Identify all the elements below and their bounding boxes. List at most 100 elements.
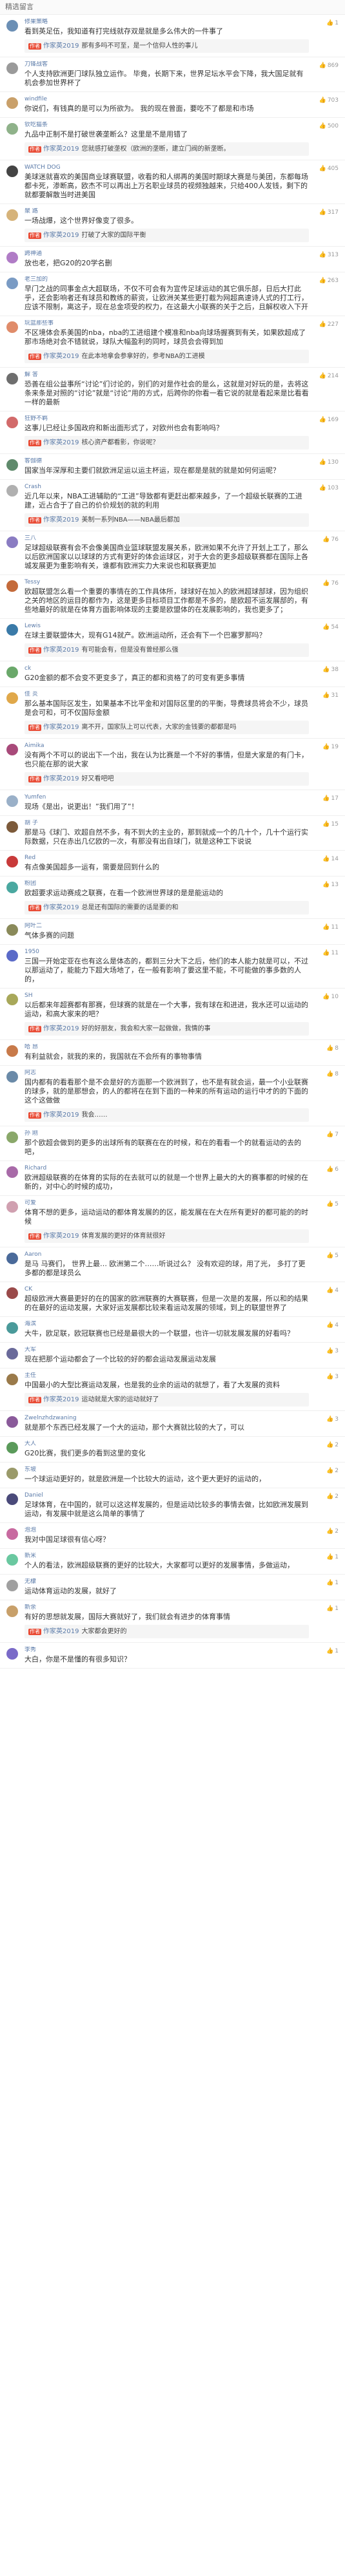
like-button[interactable]: 👍 1 [326, 1580, 339, 1586]
comment-username[interactable]: 李秀 [25, 1647, 309, 1654]
like-button[interactable]: 👍 500 [319, 123, 339, 129]
like-button[interactable]: 👍 1 [326, 20, 339, 26]
comment-username[interactable]: ck [25, 665, 309, 672]
avatar[interactable] [6, 795, 18, 807]
like-button[interactable]: 👍 7 [326, 1132, 339, 1138]
reply-author-name[interactable]: 作家英2019 [43, 1112, 79, 1119]
comment-username[interactable]: 客伽德 [25, 458, 309, 465]
like-button[interactable]: 👍 38 [322, 667, 339, 673]
avatar[interactable] [6, 209, 18, 221]
like-button[interactable]: 👍 317 [319, 209, 339, 216]
avatar[interactable] [6, 1493, 18, 1505]
comment-username[interactable]: 主任 [25, 1372, 309, 1379]
avatar[interactable] [6, 123, 18, 135]
like-button[interactable]: 👍 11 [322, 924, 339, 931]
comment-username[interactable]: windfile [25, 96, 309, 103]
like-button[interactable]: 👍 13 [322, 882, 339, 888]
avatar[interactable] [6, 821, 18, 833]
like-button[interactable]: 👍 31 [322, 692, 339, 699]
comment-username[interactable]: CK [25, 1286, 309, 1293]
comment-username[interactable]: Tessy [25, 579, 309, 586]
comment-username[interactable]: 1950 [25, 949, 309, 956]
like-button[interactable]: 👍 313 [319, 252, 339, 258]
like-button[interactable]: 👍 54 [322, 624, 339, 630]
comment-username[interactable]: Aaron [25, 1251, 309, 1258]
comment-username[interactable]: 刀锋战客 [25, 61, 309, 68]
comment-username[interactable]: SH [25, 992, 309, 999]
comment-username[interactable]: Lewis [25, 623, 309, 630]
like-button[interactable]: 👍 76 [322, 580, 339, 587]
comment-username[interactable]: Zwelnzhdzwaning [25, 1415, 309, 1422]
comment-username[interactable]: 解 答 [25, 372, 309, 379]
avatar[interactable] [6, 1374, 18, 1385]
avatar[interactable] [6, 417, 18, 428]
like-button[interactable]: 👍 5 [326, 1201, 339, 1208]
avatar[interactable] [6, 1605, 18, 1617]
avatar[interactable] [6, 1253, 18, 1264]
avatar[interactable] [6, 1648, 18, 1660]
like-button[interactable]: 👍 5 [326, 1253, 339, 1259]
avatar[interactable] [6, 994, 18, 1005]
like-button[interactable]: 👍 3 [326, 1416, 339, 1423]
comment-username[interactable]: 聚 路 [25, 208, 309, 215]
like-button[interactable]: 👍 6 [326, 1166, 339, 1173]
reply-author-name[interactable]: 作家英2019 [43, 904, 79, 911]
like-button[interactable]: 👍 76 [322, 536, 339, 543]
comment-username[interactable]: 海滨 [25, 1321, 309, 1328]
avatar[interactable] [6, 20, 18, 32]
avatar[interactable] [6, 580, 18, 592]
like-button[interactable]: 👍 2 [326, 1468, 339, 1474]
like-button[interactable]: 👍 2 [326, 1528, 339, 1535]
comment-username[interactable]: Daniel [25, 1492, 309, 1499]
like-button[interactable]: 👍 10 [322, 994, 339, 1000]
comment-username[interactable]: 修果策略 [25, 19, 309, 26]
avatar[interactable] [6, 1580, 18, 1591]
comment-username[interactable]: 钦吃猫条 [25, 122, 309, 129]
avatar[interactable] [6, 1201, 18, 1213]
comment-username[interactable]: 跨神通 [25, 251, 309, 258]
like-button[interactable]: 👍 19 [322, 744, 339, 750]
comment-username[interactable]: Red [25, 855, 309, 862]
comment-username[interactable]: 新米 [25, 1553, 309, 1560]
avatar[interactable] [6, 459, 18, 471]
avatar[interactable] [6, 1416, 18, 1428]
like-button[interactable]: 👍 263 [319, 278, 339, 284]
avatar[interactable] [6, 1322, 18, 1334]
like-button[interactable]: 👍 17 [322, 795, 339, 802]
avatar[interactable] [6, 62, 18, 74]
comment-username[interactable]: 玩篮那些事 [25, 320, 309, 327]
reply-author-name[interactable]: 作家英2019 [43, 1233, 79, 1240]
comment-username[interactable]: Aimika [25, 743, 309, 750]
comment-username[interactable]: 大人 [25, 1441, 309, 1448]
reply-author-name[interactable]: 作家英2019 [43, 232, 79, 239]
comment-username[interactable]: 哈 昂 [25, 1044, 309, 1051]
like-button[interactable]: 👍 227 [319, 321, 339, 328]
like-button[interactable]: 👍 405 [319, 166, 339, 172]
reply-author-name[interactable]: 作家英2019 [43, 1025, 79, 1032]
avatar[interactable] [6, 950, 18, 961]
avatar[interactable] [6, 485, 18, 497]
like-button[interactable]: 👍 1 [326, 1554, 339, 1560]
avatar[interactable] [6, 924, 18, 936]
comment-username[interactable]: 粉团 [25, 880, 309, 887]
comment-username[interactable]: 孙 刚 [25, 1130, 309, 1137]
avatar[interactable] [6, 1348, 18, 1359]
avatar[interactable] [6, 1442, 18, 1454]
avatar[interactable] [6, 97, 18, 109]
avatar[interactable] [6, 1071, 18, 1083]
avatar[interactable] [6, 1132, 18, 1143]
avatar[interactable] [6, 1287, 18, 1299]
like-button[interactable]: 👍 103 [319, 485, 339, 491]
avatar[interactable] [6, 744, 18, 755]
like-button[interactable]: 👍 169 [319, 417, 339, 423]
like-button[interactable]: 👍 14 [322, 856, 339, 862]
avatar[interactable] [6, 1045, 18, 1057]
comment-username[interactable]: 老三加的 [25, 276, 309, 283]
avatar[interactable] [6, 882, 18, 893]
like-button[interactable]: 👍 11 [322, 950, 339, 956]
reply-author-name[interactable]: 作家英2019 [43, 353, 79, 360]
reply-author-name[interactable]: 作家英2019 [43, 647, 79, 654]
comment-username[interactable]: 可爱 [25, 1200, 309, 1207]
comment-username[interactable]: 无棣 [25, 1578, 309, 1586]
comment-username[interactable]: 三八 [25, 535, 309, 542]
